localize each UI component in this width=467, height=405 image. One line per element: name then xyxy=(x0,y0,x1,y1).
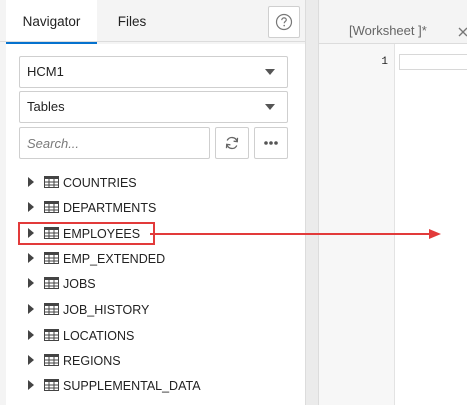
more-button[interactable] xyxy=(254,127,288,159)
navigator-panel: Navigator Files HCM1 Tables Search... CO… xyxy=(0,0,305,405)
chevron-right-icon[interactable] xyxy=(28,355,34,365)
table-icon xyxy=(44,329,59,341)
tree-item-regions[interactable]: REGIONS xyxy=(22,350,292,372)
active-line-highlight xyxy=(399,54,467,70)
schema-select-value: HCM1 xyxy=(27,64,64,79)
line-number: 1 xyxy=(381,56,388,68)
tab-navigator[interactable]: Navigator xyxy=(6,0,97,44)
table-icon xyxy=(44,277,59,289)
tree-item-label: JOB_HISTORY xyxy=(63,303,150,317)
chevron-down-icon xyxy=(265,104,275,110)
tree-item-label: JOBS xyxy=(63,277,96,291)
worksheet-tab[interactable]: [Worksheet ]* xyxy=(319,0,467,44)
chevron-down-icon xyxy=(265,69,275,75)
tree-item-label: DEPARTMENTS xyxy=(63,201,157,215)
chevron-right-icon[interactable] xyxy=(28,202,34,212)
tree-item-countries[interactable]: COUNTRIES xyxy=(22,172,292,194)
tree-item-emp-extended[interactable]: EMP_EXTENDED xyxy=(22,248,292,270)
help-icon xyxy=(275,13,293,31)
tree-item-label: SUPPLEMENTAL_DATA xyxy=(63,379,201,393)
tree-item-jobs[interactable]: JOBS xyxy=(22,273,292,295)
line-gutter: 1 xyxy=(319,44,395,405)
highlight-box xyxy=(18,222,155,245)
table-icon xyxy=(44,354,59,366)
tree-item-job-history[interactable]: JOB_HISTORY xyxy=(22,299,292,321)
table-icon xyxy=(44,379,59,391)
table-icon xyxy=(44,201,59,213)
table-icon xyxy=(44,303,59,315)
tree-item-locations[interactable]: LOCATIONS xyxy=(22,325,292,347)
chevron-right-icon[interactable] xyxy=(28,380,34,390)
tab-files[interactable]: Files xyxy=(100,0,164,41)
close-icon[interactable] xyxy=(457,26,467,38)
chevron-right-icon[interactable] xyxy=(28,278,34,288)
search-input[interactable] xyxy=(19,127,210,159)
tree-item-label: COUNTRIES xyxy=(63,176,137,190)
worksheet-editor[interactable]: 1 xyxy=(319,44,467,405)
chevron-right-icon[interactable] xyxy=(28,304,34,314)
navigator-tab-strip: Navigator Files xyxy=(0,0,305,44)
chevron-right-icon[interactable] xyxy=(28,253,34,263)
table-icon xyxy=(44,176,59,188)
tree-item-supplemental-data[interactable]: SUPPLEMENTAL_DATA xyxy=(22,375,292,397)
schema-select[interactable]: HCM1 xyxy=(19,56,288,88)
table-icon xyxy=(44,252,59,264)
object-type-select[interactable]: Tables xyxy=(19,91,288,123)
chevron-right-icon[interactable] xyxy=(28,330,34,340)
refresh-icon xyxy=(225,136,239,150)
chevron-right-icon[interactable] xyxy=(28,177,34,187)
help-button[interactable] xyxy=(268,6,300,38)
drag-arrow xyxy=(150,229,441,239)
panel-splitter[interactable] xyxy=(305,0,319,405)
tab-strip-divider xyxy=(0,41,305,42)
more-icon xyxy=(264,141,278,145)
tree-item-label: EMP_EXTENDED xyxy=(63,252,166,266)
tree-item-label: REGIONS xyxy=(63,354,121,368)
tree-item-departments[interactable]: DEPARTMENTS xyxy=(22,197,292,219)
tree-item-label: LOCATIONS xyxy=(63,329,135,343)
refresh-button[interactable] xyxy=(215,127,249,159)
object-type-select-value: Tables xyxy=(27,99,65,114)
